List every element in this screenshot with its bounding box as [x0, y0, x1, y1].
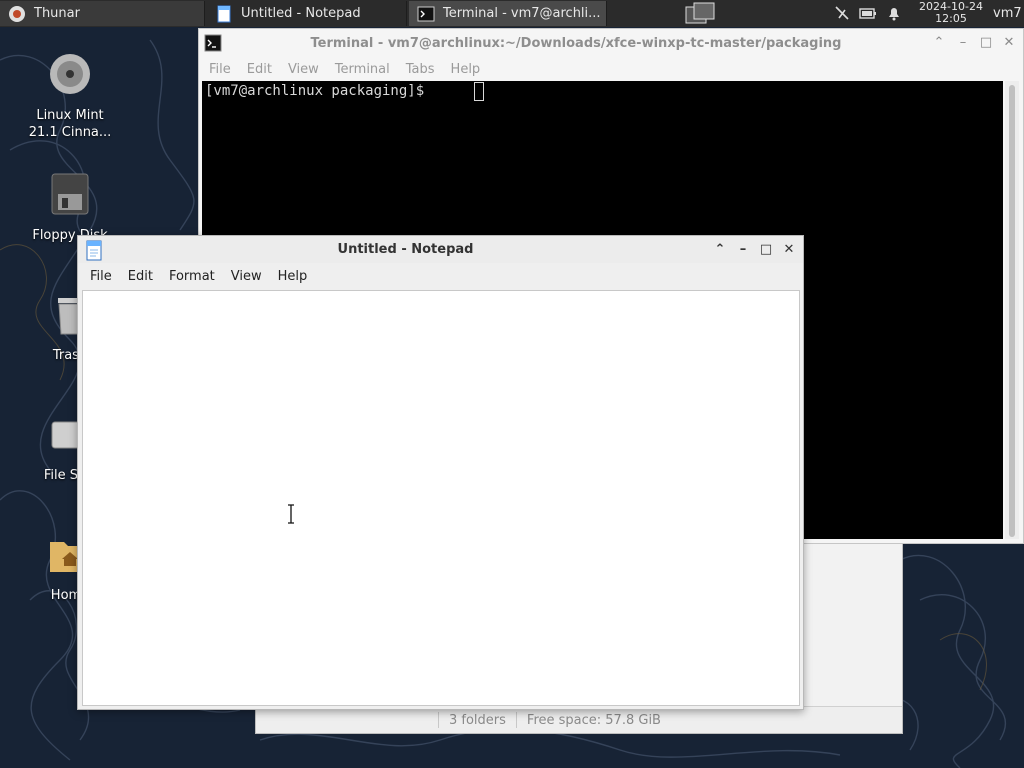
- menu-format[interactable]: Format: [169, 269, 215, 284]
- notepad-icon: [86, 240, 102, 261]
- notification-bell-icon[interactable]: [885, 4, 903, 22]
- network-disconnected-icon[interactable]: [833, 4, 851, 22]
- minimize-button[interactable]: –: [955, 35, 971, 51]
- disc-icon: [50, 54, 90, 94]
- menu-tabs[interactable]: Tabs: [406, 62, 435, 77]
- thunar-statusbar: 3 folders Free space: 57.8 GiB: [256, 706, 902, 733]
- floppy-icon: [51, 173, 89, 215]
- notepad-icon: [217, 5, 231, 22]
- thunar-icon: [9, 5, 25, 22]
- menu-edit[interactable]: Edit: [247, 62, 272, 77]
- terminal-titlebar[interactable]: Terminal - vm7@archlinux:~/Downloads/xfc…: [199, 29, 1023, 57]
- close-button[interactable]: ✕: [781, 242, 797, 258]
- notepad-menubar: File Edit Format View Help: [78, 263, 803, 289]
- terminal-icon: [204, 34, 222, 52]
- user-menu[interactable]: vm7: [993, 6, 1022, 21]
- clock-time: 12:05: [935, 12, 967, 25]
- menu-edit[interactable]: Edit: [128, 269, 153, 284]
- menu-terminal[interactable]: Terminal: [335, 62, 390, 77]
- desktop-icon-label: Linux Mint 21.1 Cinna...: [28, 108, 112, 140]
- notepad-titlebar[interactable]: Untitled - Notepad ⌃ – □ ✕: [78, 236, 803, 263]
- terminal-scrollbar[interactable]: [1005, 81, 1019, 539]
- divider: [515, 712, 517, 728]
- terminal-icon: [417, 6, 435, 21]
- menu-view[interactable]: View: [288, 62, 319, 77]
- notepad-window[interactable]: Untitled - Notepad ⌃ – □ ✕ File Edit For…: [77, 235, 804, 710]
- window-title: Terminal - vm7@archlinux:~/Downloads/xfc…: [310, 35, 842, 51]
- desktop-icon-floppy[interactable]: Floppy Disk: [20, 172, 120, 244]
- taskbar-item-label: Untitled - Notepad: [241, 6, 361, 21]
- terminal-menubar: File Edit View Terminal Tabs Help: [199, 57, 1023, 81]
- ibeam-cursor-icon: [288, 504, 294, 524]
- top-panel: Thunar Untitled - Notepad Terminal - vm7…: [0, 0, 1024, 27]
- folder-count: 3 folders: [449, 712, 506, 728]
- window-shade-button[interactable]: ⌃: [931, 35, 947, 51]
- taskbar-item-label: Terminal - vm7@archli...: [443, 6, 601, 21]
- menu-file[interactable]: File: [209, 62, 231, 77]
- scrollbar-thumb[interactable]: [1009, 85, 1015, 537]
- window-title: Untitled - Notepad: [337, 242, 474, 257]
- clock[interactable]: 2024-10-24 12:05: [912, 1, 990, 25]
- workspace-switcher[interactable]: [684, 1, 716, 26]
- maximize-button[interactable]: □: [978, 35, 994, 51]
- taskbar-item-thunar[interactable]: Thunar: [0, 1, 205, 26]
- divider: [438, 712, 439, 728]
- taskbar-item-terminal[interactable]: Terminal - vm7@archli...: [409, 1, 607, 26]
- taskbar-item-label: Thunar: [34, 6, 80, 21]
- close-button[interactable]: ✕: [1001, 35, 1017, 51]
- notepad-text-area[interactable]: [82, 290, 800, 706]
- battery-icon[interactable]: [859, 4, 877, 22]
- taskbar-item-notepad[interactable]: Untitled - Notepad: [207, 1, 407, 26]
- menu-view[interactable]: View: [231, 269, 262, 284]
- maximize-button[interactable]: □: [758, 242, 774, 258]
- menu-file[interactable]: File: [90, 269, 112, 284]
- terminal-cursor: [474, 82, 484, 101]
- minimize-button[interactable]: –: [735, 242, 751, 258]
- terminal-prompt: [vm7@archlinux packaging]$: [205, 83, 433, 99]
- menu-help[interactable]: Help: [278, 269, 308, 284]
- free-space: Free space: 57.8 GiB: [526, 712, 661, 728]
- window-shade-button[interactable]: ⌃: [712, 242, 728, 258]
- desktop-icon-linux-mint[interactable]: Linux Mint 21.1 Cinna...: [20, 52, 120, 141]
- menu-help[interactable]: Help: [451, 62, 481, 77]
